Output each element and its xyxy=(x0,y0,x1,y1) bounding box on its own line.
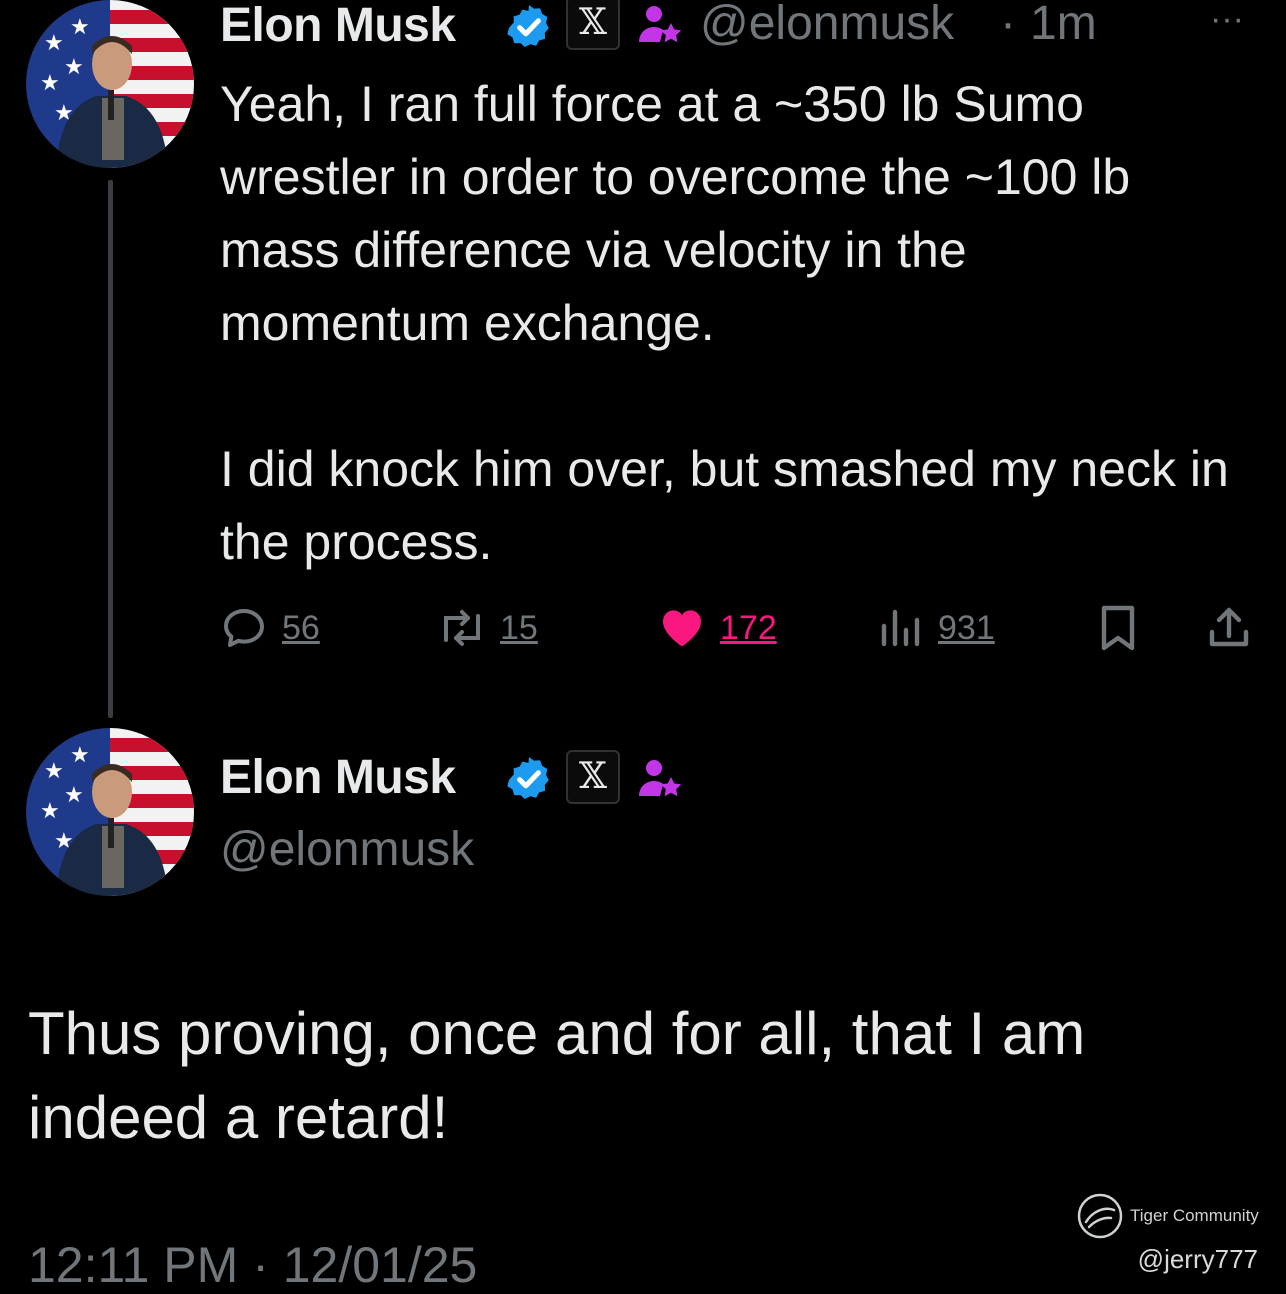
like-button[interactable]: 172 xyxy=(656,600,777,656)
reply-count: 56 xyxy=(282,608,320,647)
tweet-text: Thus proving, once and for all, that I a… xyxy=(28,1000,1086,1151)
tiger-community-logo-icon xyxy=(1077,1193,1123,1239)
author-name[interactable]: Elon Musk xyxy=(220,0,456,53)
thread-connector-line xyxy=(108,180,113,718)
repost-arrows-icon xyxy=(444,610,480,646)
svg-text:★: ★ xyxy=(70,14,90,39)
svg-text:★: ★ xyxy=(64,54,84,79)
svg-text:★: ★ xyxy=(44,30,64,55)
affiliate-x-badge[interactable]: 𝕏 xyxy=(566,750,620,804)
member-icon xyxy=(639,760,682,797)
handle[interactable]: @elonmusk xyxy=(700,0,954,51)
like-count: 172 xyxy=(720,608,777,647)
verified-badge-icon xyxy=(507,5,549,47)
views-button[interactable]: 931 xyxy=(878,600,995,656)
x-logo-icon: 𝕏 xyxy=(579,756,607,797)
repost-button[interactable]: 15 xyxy=(436,600,538,656)
bar-chart-icon xyxy=(881,609,920,647)
svg-text:★: ★ xyxy=(40,798,60,823)
share-upload-icon xyxy=(1209,607,1249,647)
x-logo-icon: 𝕏 xyxy=(579,2,607,43)
separator-dot: · xyxy=(1000,0,1016,50)
speech-bubble-icon xyxy=(224,609,264,647)
bookmark-icon xyxy=(1101,605,1135,651)
tweet-text: Yeah, I ran full force at a ~350 lb Sumo… xyxy=(220,76,1229,570)
svg-text:★: ★ xyxy=(70,742,90,767)
watermark-user: @jerry777 xyxy=(1137,1244,1258,1274)
share-button[interactable] xyxy=(1204,600,1254,656)
svg-text:★: ★ xyxy=(64,782,84,807)
author-name[interactable]: Elon Musk xyxy=(220,750,456,805)
handle[interactable]: @elonmusk xyxy=(220,822,474,877)
heart-icon xyxy=(663,610,701,647)
time-ago[interactable]: 1m xyxy=(1030,0,1097,51)
svg-text:★: ★ xyxy=(44,758,64,783)
watermark-label: Tiger Community xyxy=(1130,1206,1259,1225)
reply-button[interactable]: 56 xyxy=(220,600,320,656)
bookmark-button[interactable] xyxy=(1094,600,1142,656)
svg-text:★: ★ xyxy=(40,70,60,95)
affiliate-x-badge[interactable]: 𝕏 xyxy=(566,0,620,50)
more-options-button[interactable]: ··· xyxy=(1210,0,1244,39)
verified-badge-icon xyxy=(507,757,549,799)
timestamp[interactable]: 12:11 PM · 12/01/25 xyxy=(28,1236,477,1294)
views-count: 931 xyxy=(938,608,995,647)
avatar[interactable]: ★ ★ ★ ★ ★ xyxy=(26,728,194,896)
repost-count: 15 xyxy=(500,608,538,647)
member-icon xyxy=(639,6,682,43)
avatar[interactable]: ★ ★ ★ ★ ★ xyxy=(26,0,194,168)
